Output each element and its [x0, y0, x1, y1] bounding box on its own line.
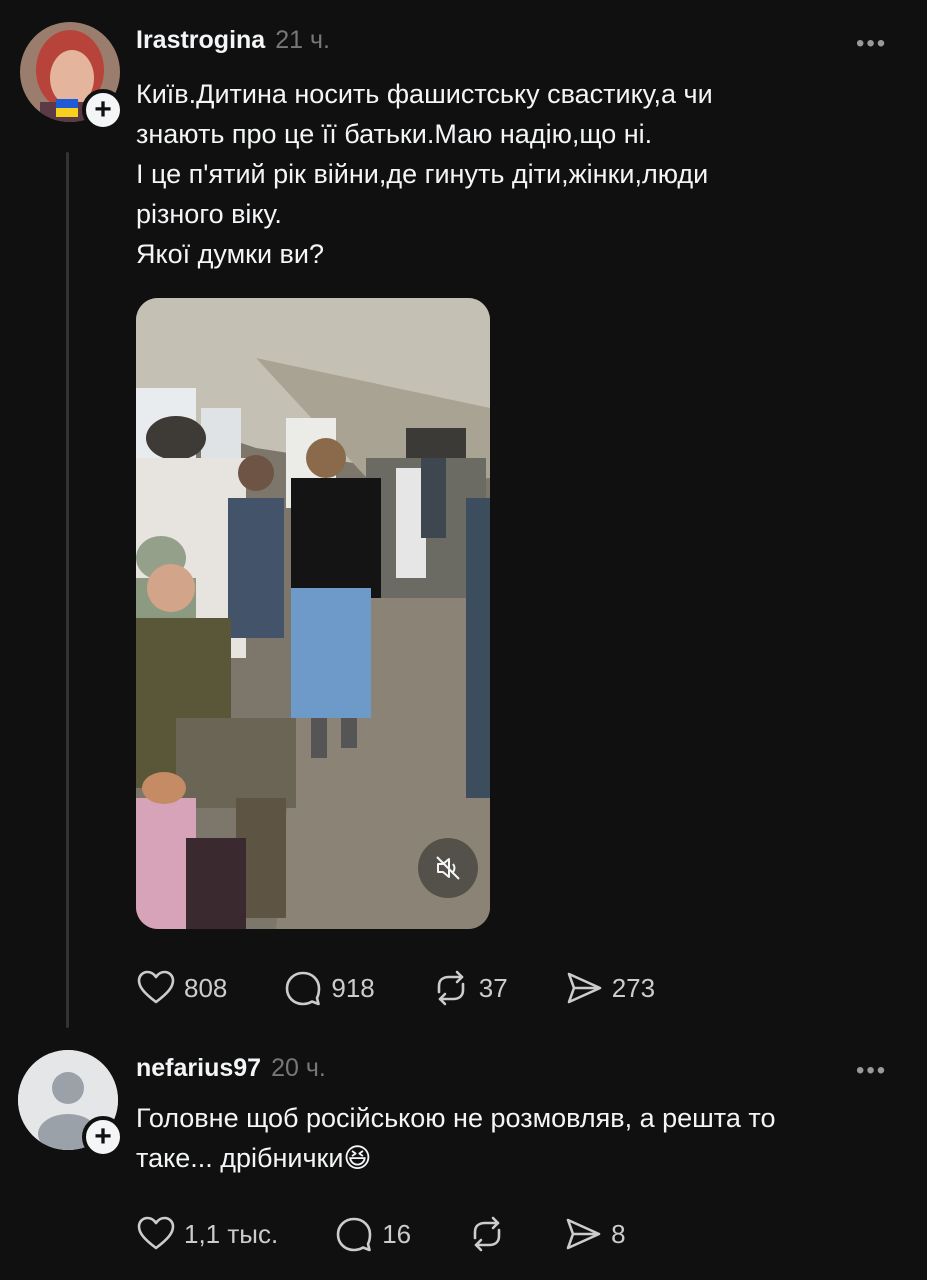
timestamp[interactable]: 20 ч. — [271, 1054, 326, 1082]
post-actions: 808 918 37 273 — [136, 968, 711, 1008]
username[interactable]: nefarius97 — [136, 1054, 261, 1082]
like-count: 1,1 тыс. — [184, 1218, 279, 1249]
share-button[interactable]: 8 — [563, 1214, 626, 1254]
repost-button[interactable] — [467, 1214, 507, 1254]
share-button[interactable]: 273 — [564, 968, 655, 1008]
mute-button[interactable] — [418, 838, 478, 898]
more-dots-icon[interactable]: ••• — [856, 1057, 887, 1085]
repost-icon — [437, 970, 465, 1006]
repost-button[interactable]: 37 — [431, 968, 508, 1008]
like-button[interactable]: 808 — [136, 968, 227, 1008]
thread-line — [66, 152, 69, 1028]
like-count: 808 — [184, 972, 228, 1003]
follow-button[interactable]: + — [82, 1116, 124, 1158]
comment-count: 918 — [331, 972, 375, 1003]
follow-button[interactable]: + — [82, 89, 124, 131]
username[interactable]: Irastrogina — [136, 26, 265, 54]
send-icon — [567, 972, 602, 1004]
post-video[interactable] — [136, 298, 490, 929]
repost-icon — [473, 1216, 501, 1252]
send-icon — [566, 1218, 601, 1250]
comment-button[interactable]: 918 — [283, 968, 375, 1008]
timestamp[interactable]: 21 ч. — [275, 26, 330, 54]
more-dots-icon[interactable]: ••• — [856, 30, 887, 58]
post-actions: 1,1 тыс. 16 8 — [136, 1214, 682, 1254]
post-text: Київ.Дитина носить фашистську свастику,а… — [136, 79, 713, 269]
comment-bubble-icon — [286, 971, 321, 1006]
heart-icon — [137, 1216, 175, 1250]
plus-icon: + — [94, 1120, 112, 1153]
plus-icon: + — [94, 93, 112, 126]
video-frame — [136, 298, 490, 929]
post-header: Irastrogina 21 ч. — [136, 26, 330, 55]
like-button[interactable]: 1,1 тыс. — [136, 1214, 278, 1254]
comment-button[interactable]: 16 — [334, 1214, 411, 1254]
comment-count: 16 — [382, 1218, 412, 1249]
post-text: Головне щоб російською не розмовляв, а р… — [136, 1103, 776, 1173]
heart-icon — [137, 970, 175, 1004]
ukraine-flag-icon — [56, 99, 78, 117]
muted-speaker-icon — [436, 856, 460, 880]
share-count: 8 — [611, 1218, 626, 1249]
repost-count: 37 — [478, 972, 508, 1003]
post-header: nefarius97 20 ч. — [136, 1054, 326, 1083]
share-count: 273 — [611, 972, 656, 1003]
comment-bubble-icon — [336, 1217, 372, 1252]
